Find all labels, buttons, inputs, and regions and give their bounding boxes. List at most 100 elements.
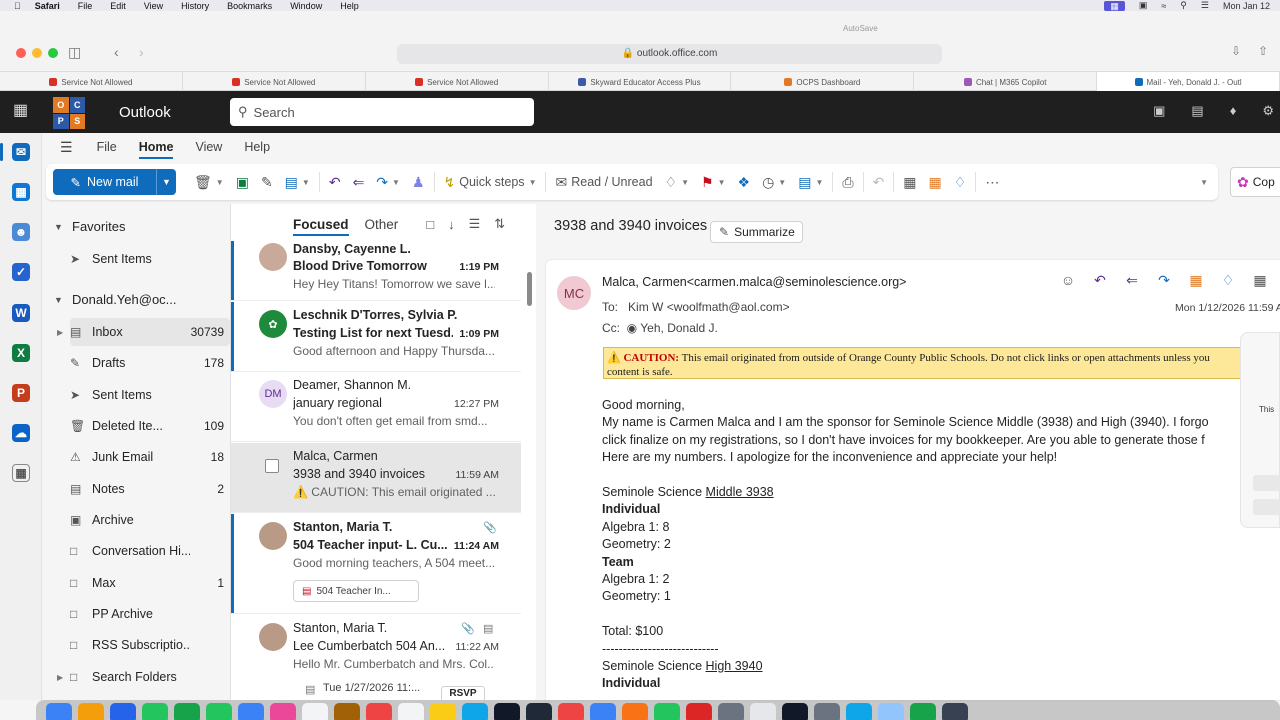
sort-icon[interactable]: ⇅ <box>494 216 505 232</box>
chevron-right-icon[interactable]: ▶ <box>57 673 63 682</box>
browser-tab[interactable]: Chat | M365 Copilot <box>914 72 1098 92</box>
pages-icon[interactable] <box>622 703 648 720</box>
finder-icon[interactable] <box>46 703 72 720</box>
spotlight-icon[interactable]: ⚲ <box>1180 0 1187 11</box>
delete-button[interactable]: 🗑 ▼ <box>188 169 230 195</box>
tab-focused[interactable]: Focused <box>293 217 349 236</box>
tab-file[interactable]: File <box>97 140 117 154</box>
apple-icon[interactable]:  <box>14 1 21 11</box>
terminal-icon[interactable] <box>782 703 808 720</box>
bell-icon[interactable]: ♦ <box>1230 103 1237 119</box>
people-icon[interactable]: ☻ <box>12 223 30 241</box>
music-icon[interactable] <box>366 703 392 720</box>
app-store-icon[interactable] <box>590 703 616 720</box>
contacts-icon[interactable] <box>334 703 360 720</box>
folder-archive[interactable]: ▣ Archive <box>70 506 230 534</box>
minimize-window-button[interactable] <box>32 48 42 58</box>
forward-icon[interactable]: ↷ <box>1156 272 1172 289</box>
browser-tab[interactable]: Service Not Allowed <box>0 72 183 92</box>
filter-icon[interactable]: ☰ <box>469 216 481 232</box>
tab-other[interactable]: Other <box>365 217 399 232</box>
folder-max[interactable]: □ Max 1 <box>70 569 230 597</box>
undo-button[interactable]: ↶ <box>867 169 891 195</box>
browser-tab[interactable]: Skyward Educator Access Plus <box>549 72 732 92</box>
school-link[interactable]: Middle 3938 <box>706 485 774 499</box>
display-icon[interactable]: ▣ <box>1139 0 1148 11</box>
clock[interactable]: Mon Jan 12 <box>1223 1 1270 11</box>
print-button[interactable]: ⎙ <box>836 169 859 195</box>
browser-tab[interactable]: OCPS Dashboard <box>731 72 915 92</box>
downloads-icon[interactable]: ⇩ <box>1231 44 1241 58</box>
freeform-icon[interactable] <box>462 703 488 720</box>
copilot-button[interactable]: ✿ Cop <box>1230 167 1280 197</box>
printer-app-icon[interactable] <box>814 703 840 720</box>
new-mail-button[interactable]: ✎ New mail <box>53 169 156 195</box>
folder-notes[interactable]: ▤ Notes 2 <box>70 475 230 503</box>
safari-icon[interactable] <box>110 703 136 720</box>
more-options-button[interactable]: ⋯ <box>979 169 1005 195</box>
powerpoint-icon[interactable]: P <box>12 384 30 402</box>
menu-app-name[interactable]: Safari <box>35 1 60 11</box>
account-header[interactable]: ▼ Donald.Yeh@oc... <box>54 292 177 307</box>
app-launcher-icon[interactable]: ▦ <box>13 103 29 119</box>
menu-bookmarks[interactable]: Bookmarks <box>227 1 272 11</box>
onedrive-icon[interactable]: ☁ <box>12 424 30 442</box>
settings-icon[interactable] <box>718 703 744 720</box>
mail-app-icon[interactable] <box>238 703 264 720</box>
folder-rss-subscriptions[interactable]: □ RSS Subscriptio... <box>70 631 230 659</box>
notes-app-icon[interactable] <box>430 703 456 720</box>
stocks-icon[interactable] <box>526 703 552 720</box>
browser-tab-active[interactable]: Mail - Yeh, Donald J. - Outl <box>1097 72 1280 92</box>
reply-all-button[interactable]: ⇐ <box>347 169 371 195</box>
flag-button[interactable]: ⚑ ▼ <box>695 169 731 195</box>
school-link[interactable]: High 3940 <box>706 659 763 673</box>
messages-icon[interactable] <box>142 703 168 720</box>
snooze-button[interactable]: ◷ ▼ <box>756 169 792 195</box>
loop-icon[interactable]: ♢ <box>1220 272 1236 289</box>
gear-icon[interactable]: ⚙ <box>1262 103 1274 119</box>
summarize-button[interactable]: ✎ Summarize <box>710 221 803 243</box>
zoom-window-button[interactable] <box>48 48 58 58</box>
quick-steps-button[interactable]: ↯ Quick steps ▼ <box>438 169 543 195</box>
reply-button[interactable]: ↶ <box>323 169 347 195</box>
list-item[interactable]: Dansby, Cayenne L. Blood Drive Tomorrow … <box>231 241 521 301</box>
reply-all-icon[interactable]: ⇐ <box>1124 272 1140 289</box>
address-bar[interactable]: 🔒 outlook.office.com <box>397 44 942 64</box>
mail-icon[interactable]: ✉ <box>12 143 30 161</box>
trash-app-icon[interactable] <box>942 703 968 720</box>
chrome-icon[interactable] <box>654 703 680 720</box>
menu-history[interactable]: History <box>181 1 209 11</box>
menu-edit[interactable]: Edit <box>110 1 126 11</box>
folder-drafts[interactable]: ✎ Drafts 178 <box>70 349 230 377</box>
to-recipient[interactable]: Kim W <woolfmath@aol.com> <box>628 300 790 314</box>
pin-button[interactable]: ❖ <box>732 169 757 195</box>
excel-icon[interactable]: X <box>12 344 30 362</box>
new-mail-dropdown[interactable]: ▼ <box>156 169 176 195</box>
side-panel-button[interactable] <box>1253 499 1280 515</box>
side-panel[interactable]: This <box>1240 332 1280 528</box>
preview-icon[interactable] <box>750 703 776 720</box>
ribbon-collapse-button[interactable]: ▼ <box>1194 169 1214 195</box>
menu-file[interactable]: File <box>78 1 93 11</box>
launchpad-icon[interactable] <box>78 703 104 720</box>
app-icon[interactable] <box>686 703 712 720</box>
folder-conversation-history[interactable]: □ Conversation Hi... <box>70 537 230 565</box>
tv-icon[interactable] <box>494 703 520 720</box>
menu-window[interactable]: Window <box>290 1 322 11</box>
folder-sent-items[interactable]: ➤ Sent Items <box>70 381 230 409</box>
rsvp-button[interactable]: RSVP <box>441 686 485 700</box>
tab-help[interactable]: Help <box>244 140 270 154</box>
folder-inbox[interactable]: ▤ Inbox 30739 <box>70 318 230 346</box>
addin-icon[interactable]: ▦ <box>1188 272 1204 289</box>
word-app-icon[interactable] <box>878 703 904 720</box>
maps-icon[interactable] <box>174 703 200 720</box>
list-item[interactable]: Stanton, Maria T. 📎 504 Teacher input- L… <box>231 514 521 614</box>
facetime-icon[interactable] <box>206 703 232 720</box>
hamburger-icon[interactable]: ☰ <box>60 139 73 156</box>
search-input[interactable]: ⚲ Search <box>230 98 534 126</box>
select-checkbox[interactable] <box>265 459 279 473</box>
tag-button[interactable]: ♢ ▼ <box>659 169 695 195</box>
jump-to-icon[interactable]: ↓ <box>448 217 455 232</box>
control-center-icon[interactable]: ☰ <box>1201 0 1209 11</box>
read-unread-button[interactable]: ✉ Read / Unread <box>549 169 658 195</box>
